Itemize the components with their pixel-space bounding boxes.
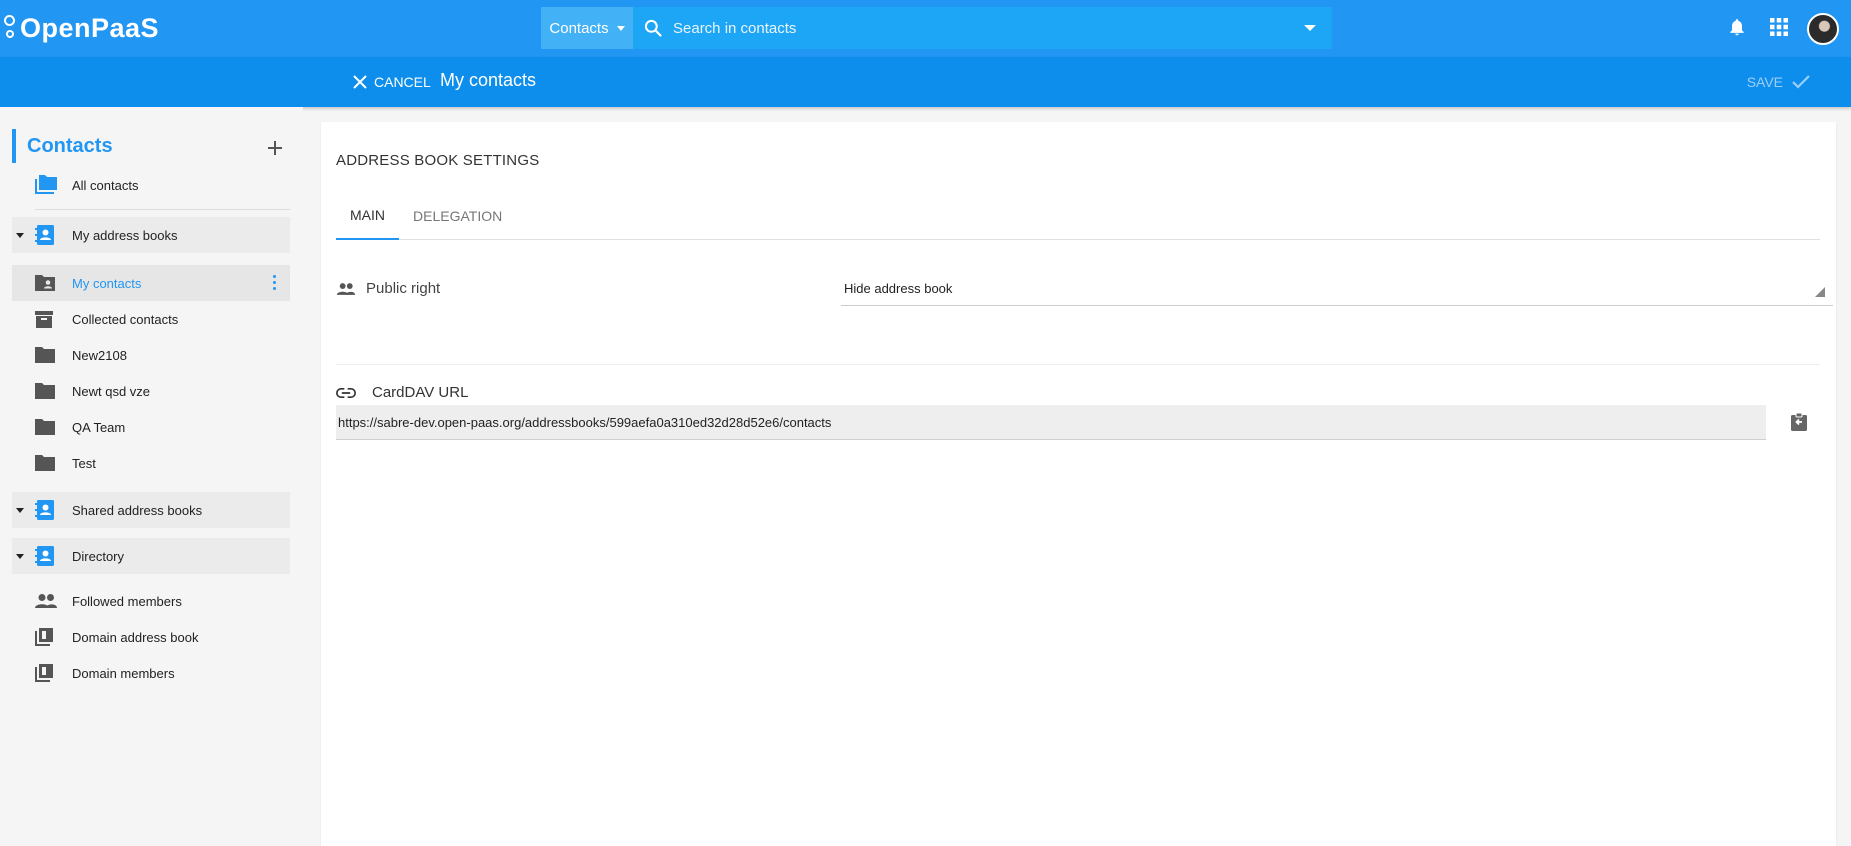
openpaas-logo[interactable]: OpenPaaS — [4, 8, 159, 48]
sidebar-item-label: Domain address book — [72, 629, 199, 645]
sidebar-header: Contacts — [12, 129, 113, 163]
archive-icon — [34, 310, 62, 329]
sidebar-item-label: QA Team — [72, 419, 126, 435]
sidebar-item-all-contacts[interactable]: All contacts — [12, 167, 290, 203]
more-vert-icon[interactable] — [273, 275, 276, 290]
folders-icon — [34, 174, 62, 196]
add-address-book-button[interactable] — [266, 139, 284, 160]
top-app-bar: OpenPaaS Contacts — [0, 0, 1851, 57]
sidebar-group-label: Directory — [72, 548, 125, 564]
sidebar-item-label: New2108 — [72, 347, 127, 363]
settings-tabs: MAIN DELEGATION — [336, 192, 1820, 240]
logo-rings-icon — [4, 13, 22, 43]
sidebar-item-newt-qsd-vze[interactable]: Newt qsd vze — [12, 373, 290, 409]
public-right-label: Public right — [366, 280, 441, 297]
sidebar-group-label: Shared address books — [72, 502, 203, 518]
section-divider — [336, 364, 1820, 365]
sidebar-item-label: Followed members — [72, 593, 182, 609]
tab-delegation[interactable]: DELEGATION — [399, 192, 516, 240]
search-input[interactable] — [673, 19, 1288, 37]
folder-icon — [34, 454, 62, 472]
public-right-select[interactable]: Hide address book — [841, 272, 1833, 306]
carddav-label-group: CardDAV URL — [336, 384, 468, 401]
copy-url-button[interactable] — [1790, 412, 1808, 435]
sidebar-divider — [35, 209, 290, 210]
people-icon — [34, 593, 62, 609]
tab-main[interactable]: MAIN — [336, 192, 399, 240]
sidebar-item-label: My contacts — [72, 275, 142, 291]
search-options-dropdown[interactable] — [1288, 25, 1332, 31]
caret-down-icon — [16, 232, 24, 238]
search-scope-dropdown[interactable]: Contacts — [541, 7, 633, 49]
sidebar-item-label: Domain members — [72, 665, 175, 681]
check-icon — [1792, 75, 1810, 89]
library-books-icon — [34, 627, 62, 647]
carddav-label: CardDAV URL — [372, 384, 469, 401]
cancel-button-label: CANCEL — [374, 74, 431, 90]
sidebar-item-label: Test — [72, 455, 96, 471]
sidebar-group-my-address-books[interactable]: My address books — [12, 217, 290, 253]
sidebar-item-label: Newt qsd vze — [72, 383, 151, 399]
sidebar-item-qa-team[interactable]: QA Team — [12, 409, 290, 445]
apps-grid-icon[interactable] — [1769, 17, 1789, 40]
search-scope-label: Contacts — [549, 19, 609, 37]
sidebar: Contacts All contacts My address books M… — [0, 107, 303, 846]
sidebar-item-domain-members[interactable]: Domain members — [12, 655, 290, 691]
close-icon — [353, 75, 367, 89]
select-corner-icon — [1815, 287, 1825, 297]
library-books-icon — [34, 663, 62, 683]
sidebar-title: Contacts — [27, 134, 113, 157]
link-icon — [336, 387, 356, 398]
save-button-label: SAVE — [1746, 74, 1783, 90]
sidebar-item-test[interactable]: Test — [12, 445, 290, 481]
save-button[interactable]: SAVE — [1747, 69, 1811, 95]
sidebar-item-label: Collected contacts — [72, 311, 179, 327]
sidebar-group-directory[interactable]: Directory — [12, 538, 290, 574]
top-right-actions — [1727, 0, 1851, 57]
search-bar: Contacts — [541, 7, 1332, 49]
sub-header-bar: CANCEL My contacts SAVE — [0, 57, 1851, 107]
contact-book-icon — [34, 545, 62, 567]
folder-icon — [34, 382, 62, 400]
caret-down-icon — [16, 507, 24, 513]
contact-book-icon — [34, 224, 62, 246]
public-right-value: Hide address book — [844, 281, 953, 296]
search-icon — [633, 18, 673, 38]
clipboard-icon — [1791, 412, 1807, 431]
contact-folder-icon — [34, 274, 62, 292]
caret-down-icon — [1304, 25, 1316, 31]
contact-book-icon — [34, 499, 62, 521]
folder-icon — [34, 418, 62, 436]
sidebar-item-followed-members[interactable]: Followed members — [12, 583, 290, 619]
public-right-row: Public right Hide address book — [336, 272, 1833, 308]
address-book-settings-card: ADDRESS BOOK SETTINGS MAIN DELEGATION Pu… — [321, 122, 1836, 846]
sidebar-group-label: My address books — [72, 227, 178, 243]
settings-title: ADDRESS BOOK SETTINGS — [336, 152, 540, 169]
sidebar-group-shared-address-books[interactable]: Shared address books — [12, 492, 290, 528]
notifications-bell-icon[interactable] — [1727, 16, 1747, 41]
sidebar-item-my-contacts[interactable]: My contacts — [12, 265, 290, 301]
plus-icon — [268, 141, 282, 155]
sidebar-item-domain-address-book[interactable]: Domain address book — [12, 619, 290, 655]
logo-text: OpenPaaS — [20, 12, 160, 43]
public-right-label-group: Public right — [336, 280, 440, 297]
page-title: My contacts — [440, 70, 537, 90]
sidebar-item-label: All contacts — [72, 177, 139, 193]
people-icon — [336, 282, 356, 295]
cancel-button[interactable]: CANCEL — [352, 69, 431, 95]
sidebar-item-new2108[interactable]: New2108 — [12, 337, 290, 373]
user-avatar[interactable] — [1807, 12, 1839, 45]
sidebar-item-collected-contacts[interactable]: Collected contacts — [12, 301, 290, 337]
carddav-url-field[interactable]: https://sabre-dev.open-paas.org/addressb… — [336, 405, 1766, 440]
caret-down-icon — [616, 25, 625, 31]
caret-down-icon — [16, 553, 24, 559]
folder-icon — [34, 346, 62, 364]
